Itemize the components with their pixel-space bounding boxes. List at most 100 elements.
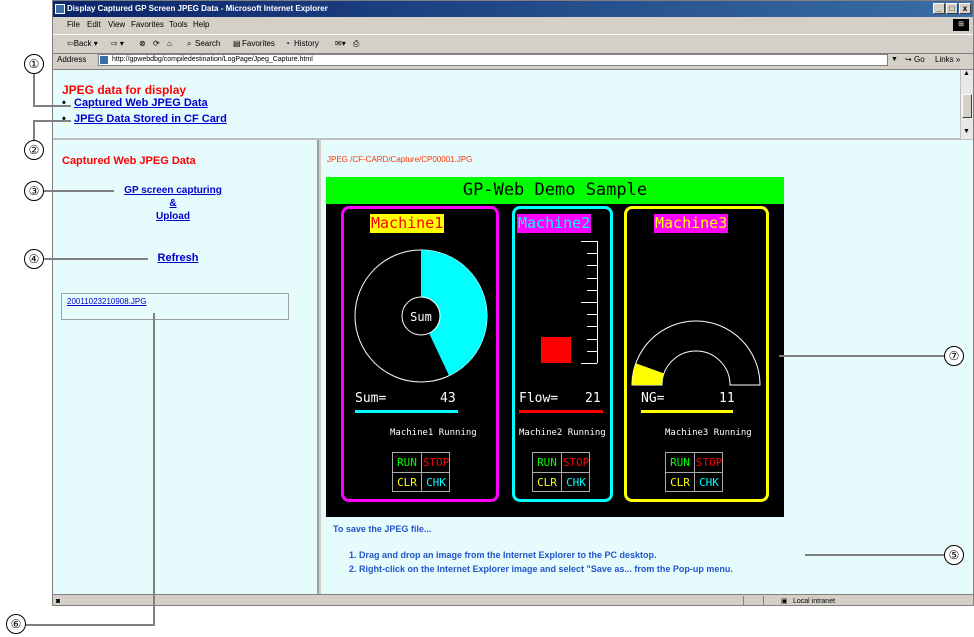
clr-button[interactable]: CLR: [393, 472, 421, 492]
flow-scale-tick: [587, 350, 597, 352]
callout-6-line: [26, 624, 155, 626]
chk-button[interactable]: CHK: [561, 472, 590, 492]
address-label: Address: [57, 55, 87, 64]
jpeg-path: JPEG /CF-CARD/Capture/CP00001.JPG: [327, 155, 473, 164]
status-bar: ◙ ▣ Local intranet: [53, 594, 973, 605]
capture-line-3: Upload: [156, 211, 190, 222]
left-frame: Captured Web JPEG Data GP screen capturi…: [53, 140, 319, 594]
status-divider: [763, 596, 764, 605]
top-heading: JPEG data for display: [62, 83, 187, 97]
cf-card-jpeg-link[interactable]: JPEG Data Stored in CF Card: [74, 113, 227, 125]
scroll-up-icon[interactable]: ▲: [963, 70, 970, 77]
callout-6: ⑥: [6, 614, 26, 634]
stop-button[interactable]: STOP: [421, 453, 450, 472]
menu-tools[interactable]: Tools: [169, 17, 188, 33]
callout-2-line: [33, 120, 71, 122]
back-button[interactable]: ⇦Back ▾: [67, 35, 98, 53]
stop-button[interactable]: STOP: [694, 453, 723, 472]
top-link-bullet-2: •: [62, 113, 66, 125]
favorites-button[interactable]: Favorites: [242, 35, 275, 53]
search-button[interactable]: Search: [195, 35, 220, 53]
address-input[interactable]: http://gpwebdbg/compiledestination/LogPa…: [98, 54, 888, 66]
menu-file[interactable]: File: [67, 17, 80, 33]
maximize-button[interactable]: □: [946, 3, 958, 14]
minimize-button[interactable]: _: [933, 3, 945, 14]
flow-scale-tick: [587, 314, 597, 316]
top-link-bullet-1: •: [62, 97, 66, 109]
go-arrow-icon: ↪: [905, 55, 912, 64]
gp-screen-image[interactable]: GP-Web Demo Sample Machine1 Sum Sum= 43 …: [326, 177, 784, 517]
scroll-thumb[interactable]: [962, 94, 972, 118]
address-dropdown-icon[interactable]: ▼: [891, 52, 898, 68]
chk-button[interactable]: CHK: [421, 472, 450, 492]
chk-button[interactable]: CHK: [694, 472, 723, 492]
machine1-status: Machine1 Running: [390, 428, 477, 438]
search-icon: ⌕: [187, 39, 192, 48]
machine1-label: Machine1: [370, 214, 445, 233]
page-icon: [100, 56, 108, 64]
gauge-fill: [632, 363, 664, 385]
run-button[interactable]: RUN: [533, 453, 561, 472]
toolbar: ⇦Back ▾ ⇨ ▾ ⊗ ⟳ ⌂ ⌕ Search ▤ Favorites ◔…: [53, 34, 973, 54]
save-step-2: 2. Right-click on the Internet Explorer …: [349, 564, 733, 574]
menu-view[interactable]: View: [108, 17, 125, 33]
jpeg-file-link[interactable]: 20011023210908.JPG: [67, 297, 146, 306]
machine1-readout-label: Sum=: [355, 391, 387, 406]
machine1-underline: [355, 410, 458, 413]
title-bar[interactable]: Display Captured GP Screen JPEG Data - M…: [53, 1, 973, 17]
machine3-label: Machine3: [654, 214, 729, 233]
machine3-readout-value: 11: [719, 391, 735, 406]
run-button[interactable]: RUN: [666, 453, 694, 472]
menu-favorites[interactable]: Favorites: [131, 17, 164, 33]
gp-title: GP-Web Demo Sample: [326, 177, 784, 204]
callout-4: ④: [24, 249, 44, 269]
machine3-readout-label: NG=: [641, 391, 665, 406]
mail-button[interactable]: ✉▾: [335, 35, 346, 53]
machine3-status: Machine3 Running: [665, 428, 752, 438]
machine2-buttons: RUN STOP CLR CHK: [532, 452, 590, 492]
stop-button[interactable]: STOP: [561, 453, 590, 472]
flow-scale-tick: [587, 338, 597, 340]
machine1-buttons: RUN STOP CLR CHK: [392, 452, 450, 492]
left-heading: Captured Web JPEG Data: [62, 155, 196, 167]
go-button[interactable]: Go: [914, 52, 925, 68]
print-button[interactable]: ⎙: [353, 35, 359, 53]
flow-scale-tick: [587, 277, 597, 279]
links-button[interactable]: Links »: [935, 52, 960, 68]
menu-bar: File Edit View Favorites Tools Help: [53, 17, 973, 33]
zone-label: Local intranet: [793, 598, 836, 605]
callout-2: ②: [24, 140, 44, 160]
callout-7-line: [779, 355, 944, 357]
callout-5-line: [805, 554, 944, 556]
callout-1-line: [33, 105, 71, 107]
flow-scale-tick: [587, 289, 597, 291]
clr-button[interactable]: CLR: [666, 472, 694, 492]
machine2-panel: Machine2 Flow= 21 Machine2 Running RUN S…: [512, 206, 613, 502]
callout-1-line: [33, 74, 35, 106]
file-list-box: 20011023210908.JPG: [61, 293, 289, 320]
close-button[interactable]: x: [959, 3, 971, 14]
callout-1: ①: [24, 54, 44, 74]
history-button[interactable]: History: [294, 35, 319, 53]
scroll-down-icon[interactable]: ▼: [963, 128, 970, 135]
save-heading: To save the JPEG file...: [333, 524, 432, 534]
forward-button[interactable]: ⇨ ▾: [111, 35, 124, 53]
flow-scale-tick: [581, 302, 597, 303]
clr-button[interactable]: CLR: [533, 472, 561, 492]
menu-help[interactable]: Help: [193, 17, 209, 33]
callout-7: ⑦: [944, 346, 964, 366]
machine1-pie-chart: Sum: [354, 249, 488, 383]
stop-button[interactable]: ⊗: [139, 35, 146, 53]
refresh-icon-button[interactable]: ⟳: [153, 35, 160, 53]
capture-line-2: &: [169, 198, 177, 209]
callout-5: ⑤: [944, 545, 964, 565]
menu-edit[interactable]: Edit: [87, 17, 101, 33]
intranet-icon: ▣: [781, 598, 788, 605]
home-button[interactable]: ⌂: [167, 35, 172, 53]
captured-jpeg-link[interactable]: Captured Web JPEG Data: [74, 97, 208, 109]
top-frame: JPEG data for display • Captured Web JPE…: [53, 69, 973, 140]
top-frame-scrollbar[interactable]: ▲ ▼: [960, 70, 973, 139]
machine2-status: Machine2 Running: [519, 428, 606, 438]
machine3-buttons: RUN STOP CLR CHK: [665, 452, 723, 492]
run-button[interactable]: RUN: [393, 453, 421, 472]
